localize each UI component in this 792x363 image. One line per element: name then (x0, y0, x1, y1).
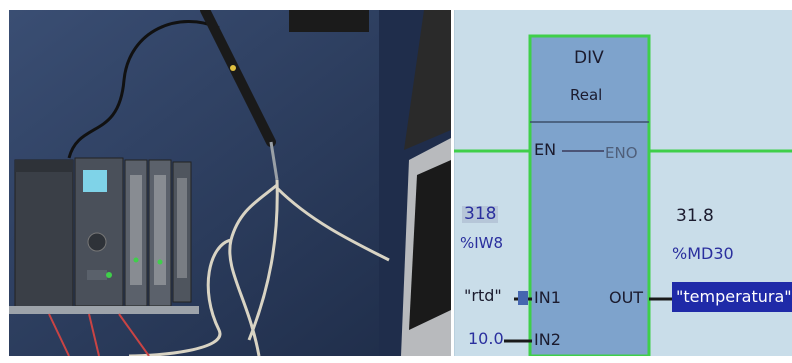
pin-en: EN (534, 140, 557, 159)
in1-connector (518, 291, 528, 305)
cpu-display (83, 170, 107, 192)
device-box (289, 10, 369, 32)
cpu-nav-buttons (87, 232, 107, 252)
hardware-photo-drawing (9, 10, 451, 356)
power-supply-top (15, 160, 73, 172)
io-led-2 (157, 259, 163, 265)
in1-value: 318 (462, 204, 499, 224)
terminal-blocks (130, 175, 187, 285)
din-rail (9, 306, 199, 314)
in1-address: %IW8 (460, 234, 504, 252)
cpu-led (106, 272, 112, 278)
pin-in1: IN1 (534, 288, 561, 307)
div-block[interactable] (528, 34, 651, 356)
block-name: DIV (574, 48, 604, 68)
hardware-photo (9, 10, 451, 356)
pin-out: OUT (609, 288, 644, 307)
pin-in2: IN2 (534, 330, 561, 349)
pin-eno: ENO (605, 144, 638, 162)
out-value: 31.8 (676, 206, 714, 226)
cpu-button-ok (87, 270, 107, 280)
in1-tag[interactable]: "rtd" (464, 288, 502, 304)
block-type: Real (570, 86, 603, 104)
out-tag[interactable]: "temperatura" (676, 289, 792, 305)
out-address: %MD30 (672, 244, 734, 263)
probe-marking (230, 65, 236, 71)
io-led-1 (133, 257, 139, 263)
plc-power-supply (14, 159, 74, 311)
in2-value[interactable]: 10.0 (468, 331, 504, 347)
ladder-screen-photo: DIV Real EN ENO IN1 IN2 OUT 318 %IW8 "rt… (454, 10, 792, 356)
